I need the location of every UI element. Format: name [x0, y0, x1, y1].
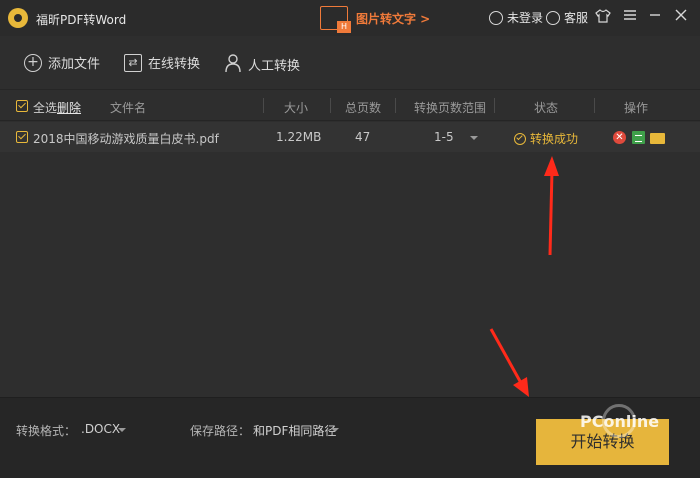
remove-icon[interactable]: ✕: [613, 131, 626, 144]
close-icon[interactable]: [672, 9, 690, 25]
column-status: 状态: [534, 101, 559, 115]
save-path-select[interactable]: 和PDF相同路径: [253, 422, 336, 439]
skin-icon[interactable]: [594, 9, 612, 25]
image-to-text-link[interactable]: H 图片转文字 >: [320, 4, 431, 33]
column-size: 大小: [284, 101, 309, 115]
service-label: 客服: [564, 11, 589, 25]
minimize-icon[interactable]: [646, 9, 664, 25]
plus-circle-icon: +: [24, 53, 42, 72]
app-title: 福昕PDF转Word: [36, 13, 127, 27]
row-checkbox[interactable]: [16, 131, 28, 143]
annotation-arrow-up: [544, 156, 559, 256]
page-range-select[interactable]: 1-5: [434, 130, 454, 144]
column-divider: [330, 98, 331, 113]
format-label: 转换格式：: [16, 424, 77, 438]
delete-link[interactable]: 删除: [57, 99, 81, 116]
online-convert-label: 在线转换: [148, 57, 201, 72]
watermark: PConline: [580, 412, 660, 431]
toolbar: + 添加文件 ⇄ 在线转换 人工转换: [0, 36, 700, 90]
app-logo-icon: [8, 8, 28, 28]
login-label: 未登录: [507, 11, 544, 25]
table-header: 全选 删除 文件名 大小 总页数 转换页数范围 状态 操作: [0, 91, 700, 121]
table-row[interactable]: 2018中国移动游戏质量白皮书.pdf 1.22MB 47 1-5 转换成功 ✕: [0, 122, 700, 152]
footer: 转换格式： .DOCX 保存路径： 和PDF相同路径 开始转换 PConline: [0, 397, 700, 478]
chevron-down-icon[interactable]: [331, 428, 339, 432]
add-file-button[interactable]: + 添加文件: [24, 53, 100, 72]
format-select[interactable]: .DOCX: [81, 422, 120, 436]
column-filename: 文件名: [110, 101, 147, 115]
file-list: 2018中国移动游戏质量白皮书.pdf 1.22MB 47 1-5 转换成功 ✕: [0, 122, 700, 397]
swap-icon: ⇄: [124, 53, 142, 72]
promo-badge: H: [337, 21, 351, 33]
column-pages: 总页数: [345, 101, 382, 115]
open-document-icon[interactable]: [632, 131, 645, 144]
customer-service-button[interactable]: 客服: [546, 9, 588, 26]
select-all-label[interactable]: 全选: [33, 99, 57, 116]
row-filename: 2018中国移动游戏质量白皮书.pdf: [33, 132, 219, 146]
row-pages: 47: [355, 130, 371, 144]
add-file-label: 添加文件: [48, 57, 101, 72]
column-divider: [263, 98, 264, 113]
chevron-down-icon[interactable]: [118, 428, 126, 432]
check-circle-icon: [514, 132, 526, 145]
save-path-label: 保存路径：: [190, 424, 251, 438]
person-icon: [224, 53, 242, 76]
user-icon: [489, 10, 503, 25]
select-all-checkbox[interactable]: [16, 100, 28, 112]
status-label: 转换成功: [530, 132, 579, 146]
menu-icon[interactable]: [621, 9, 639, 25]
annotation-arrow-down: [489, 328, 529, 397]
headset-icon: [546, 10, 560, 25]
column-divider: [395, 98, 396, 113]
column-divider: [594, 98, 595, 113]
chevron-down-icon[interactable]: [470, 136, 478, 140]
image-to-text-label: 图片转文字 >: [356, 11, 431, 26]
open-folder-icon[interactable]: [650, 133, 665, 144]
status-badge: 转换成功: [514, 130, 578, 147]
login-button[interactable]: 未登录: [489, 9, 543, 26]
column-divider: [494, 98, 495, 113]
title-bar: 福昕PDF转Word H 图片转文字 > 未登录 客服: [0, 0, 700, 36]
online-convert-button[interactable]: ⇄ 在线转换: [124, 53, 200, 72]
image-to-text-icon: H: [320, 6, 351, 33]
manual-convert-label: 人工转换: [248, 59, 301, 74]
column-range: 转换页数范围: [414, 101, 487, 115]
column-actions: 操作: [624, 101, 649, 115]
manual-convert-button[interactable]: 人工转换: [224, 53, 300, 76]
row-size: 1.22MB: [276, 130, 322, 144]
